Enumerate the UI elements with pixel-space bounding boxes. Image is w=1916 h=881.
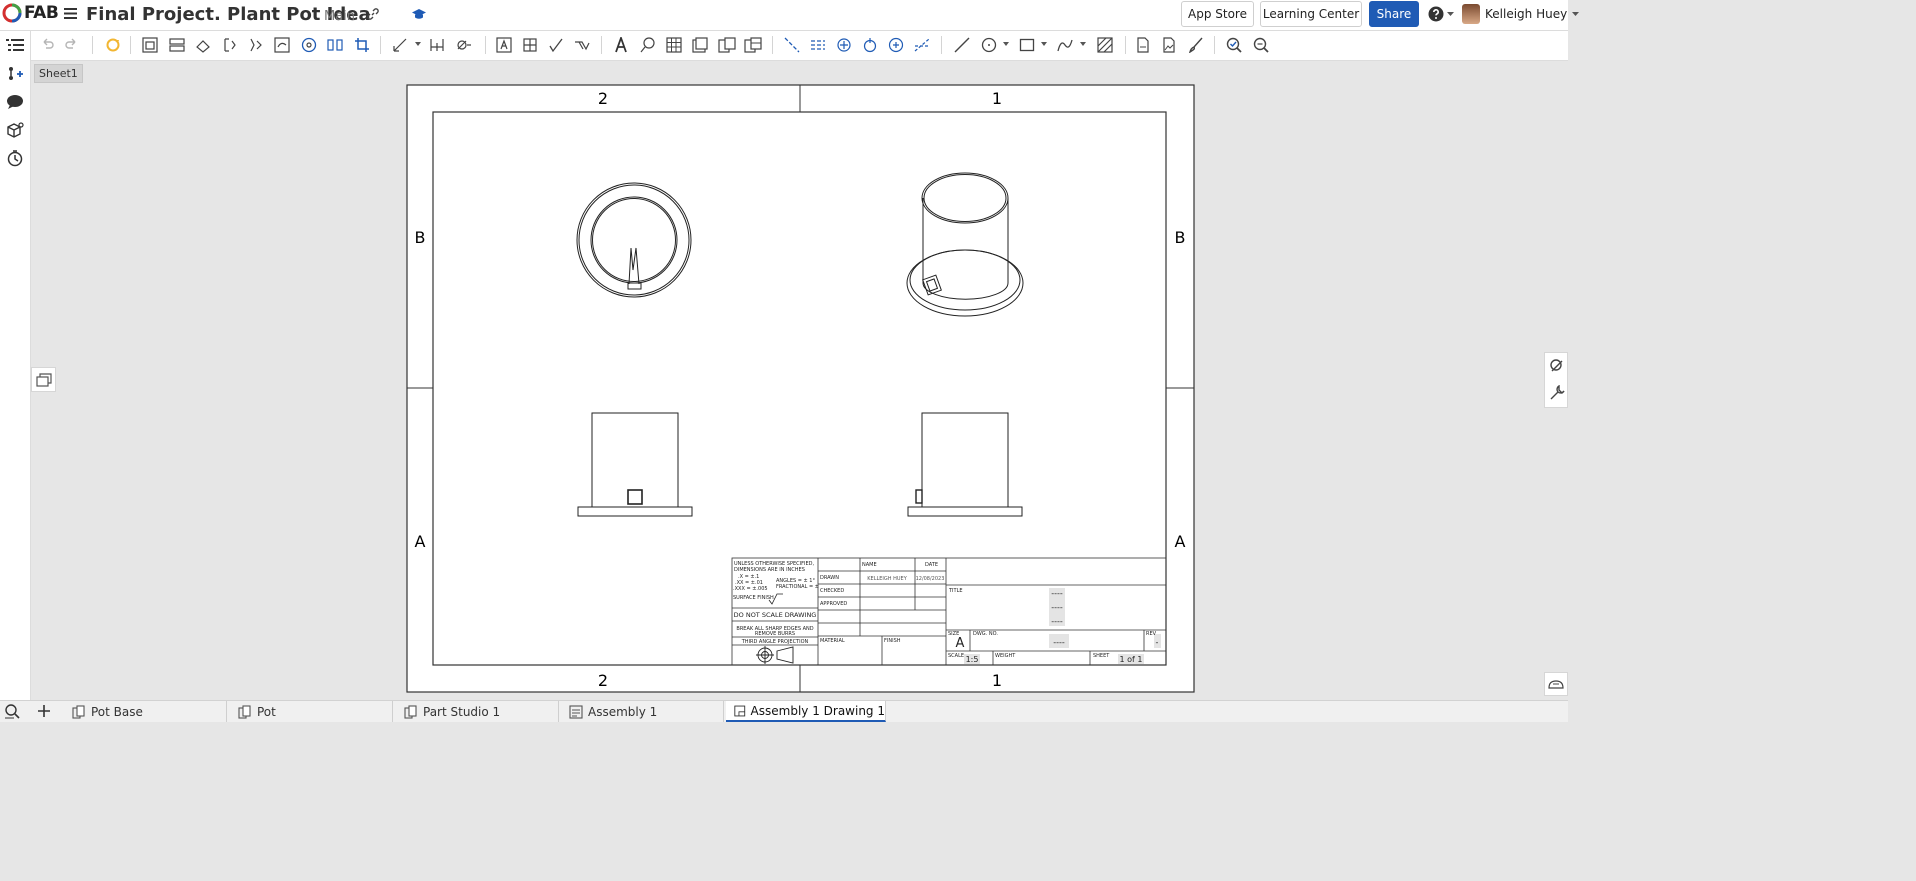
tab-label: Assembly 1: [588, 704, 658, 719]
tab-label: Assembly 1 Drawing 1: [750, 703, 885, 718]
sheet-label: SHEET: [1093, 653, 1110, 659]
material-label: MATERIAL: [820, 638, 845, 644]
sheet-value: 1 of 1: [1120, 655, 1143, 664]
dwg-no-label: DWG. NO.: [973, 631, 998, 637]
tab-manager-icon: [5, 704, 20, 719]
scale-label: SCALE: [948, 653, 964, 659]
drawing-sheet: [406, 84, 1195, 693]
tab-part-studio-1[interactable]: Part Studio 1: [396, 701, 559, 722]
weight-label: WEIGHT: [995, 653, 1016, 659]
size-value: A: [956, 636, 965, 651]
do-not-scale-note: DO NOT SCALE DRAWING: [734, 611, 817, 619]
title-line: ----: [1051, 589, 1063, 598]
title-label: TITLE: [948, 588, 963, 594]
fractional-tolerance: FRACTIONAL = ±: [776, 584, 819, 590]
caret-down-icon: [1572, 11, 1580, 16]
scale-value: 1:5: [966, 655, 979, 664]
drawn-label: DRAWN: [820, 575, 839, 581]
date-column-header: DATE: [925, 562, 938, 568]
tolerance-xxx: .XXX = ±.005: [733, 586, 768, 592]
drawing-canvas[interactable]: 2 1 2 1 B A B A UNLESS OTHERWISE SPECIFI…: [0, 0, 1568, 721]
tab-assembly-1[interactable]: Assembly 1: [561, 701, 724, 722]
zone-label: 2: [598, 89, 608, 108]
zone-label: 1: [992, 671, 1002, 690]
checked-label: CHECKED: [820, 588, 844, 594]
tab-label: Pot Base: [91, 704, 143, 719]
tab-manager-button[interactable]: [4, 703, 22, 723]
break-edges-note: REMOVE BURRS: [755, 631, 795, 637]
part-studio-icon: [404, 704, 417, 719]
title-line: ----: [1051, 617, 1063, 626]
zone-label: A: [415, 532, 426, 551]
projection-label: THIRD ANGLE PROJECTION: [741, 639, 809, 645]
rev-label: REV: [1146, 631, 1157, 637]
tab-label: Part Studio 1: [423, 704, 501, 719]
bottom-tab-bar: Pot Base Pot Part Studio 1 Assembly 1 As…: [0, 700, 1568, 722]
tab-pot[interactable]: Pot: [230, 701, 393, 722]
add-tab-button[interactable]: [36, 703, 52, 723]
part-studio-icon: [72, 704, 85, 719]
zone-label: 2: [598, 671, 608, 690]
drawing-icon: [734, 705, 746, 716]
finish-label: FINISH: [884, 638, 901, 644]
dwg-no-value: ----: [1053, 638, 1065, 647]
title-line: ----: [1051, 603, 1063, 612]
approved-label: APPROVED: [820, 601, 847, 607]
surface-finish-label: SURFACE FINISH: [733, 595, 774, 601]
part-studio-icon: [238, 704, 251, 719]
zone-label: B: [415, 228, 426, 247]
zone-label: A: [1175, 532, 1186, 551]
tab-label: Pot: [257, 704, 276, 719]
zone-label: 1: [992, 89, 1002, 108]
plus-icon: [38, 705, 50, 717]
rev-value: -: [1156, 638, 1159, 647]
tab-assembly-1-drawing-1[interactable]: Assembly 1 Drawing 1: [726, 701, 886, 722]
zone-label: B: [1175, 228, 1186, 247]
tab-pot-base[interactable]: Pot Base: [64, 701, 227, 722]
drawn-date: 12/08/2023: [916, 576, 945, 582]
drawn-by-name: KELLEIGH HUEY: [867, 576, 907, 582]
name-column-header: NAME: [862, 562, 877, 568]
assembly-icon: [569, 704, 583, 719]
tolerance-note: DIMENSIONS ARE IN INCHES: [734, 567, 805, 573]
